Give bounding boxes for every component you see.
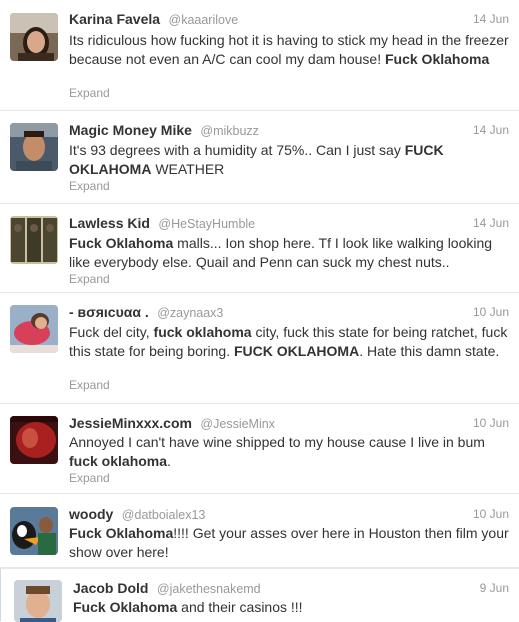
tweet-text-segment: Annoyed I can't have wine shipped to my … bbox=[69, 434, 485, 450]
tweet-timestamp[interactable]: 14 Jun bbox=[473, 216, 509, 230]
tweet-fullname[interactable]: Magic Money Mike bbox=[69, 122, 192, 138]
avatar[interactable] bbox=[10, 305, 58, 353]
tweet-timestamp[interactable]: 10 Jun bbox=[473, 507, 509, 521]
expand-link[interactable]: Expand bbox=[69, 86, 110, 100]
tweet-text-highlight: fuck oklahoma bbox=[69, 452, 168, 469]
tweet-text: Fuck Oklahoma and their casinos !!! bbox=[73, 598, 509, 617]
tweet-text-highlight: fuck oklahoma bbox=[153, 324, 252, 340]
tweet-fullname[interactable]: JessieMinxxx.com bbox=[69, 415, 192, 431]
tweet-timestamp[interactable]: 14 Jun bbox=[473, 12, 509, 26]
tweet-fullname[interactable]: Lawless Kid bbox=[69, 215, 150, 231]
avatar[interactable] bbox=[10, 507, 58, 555]
tweet-username[interactable]: @datboialex13 bbox=[122, 508, 206, 522]
tweet-username[interactable]: @kaaarilove bbox=[169, 13, 239, 27]
tweet-item[interactable]: Magic Money Mike @mikbuzz 14 Jun It's 93… bbox=[0, 111, 519, 204]
tweet-username[interactable]: @JessieMinx bbox=[200, 417, 275, 431]
tweet-item[interactable]: JessieMinxxx.com @JessieMinx 10 Jun Anno… bbox=[0, 404, 519, 494]
tweet-text-segment: WEATHER bbox=[151, 160, 225, 177]
tweet-text: Its ridiculous how fucking hot it is hav… bbox=[69, 31, 509, 68]
tweet-text-segment: and their casinos !!! bbox=[177, 599, 303, 615]
avatar[interactable] bbox=[10, 416, 58, 464]
avatar[interactable] bbox=[10, 13, 58, 61]
tweet-timestamp[interactable]: 10 Jun bbox=[473, 416, 509, 430]
tweet-text: It's 93 degrees with a humidity at 75%..… bbox=[69, 141, 509, 178]
tweet-fullname[interactable]: Karina Favela bbox=[69, 11, 160, 27]
tweet-timestamp[interactable]: 9 Jun bbox=[480, 581, 509, 595]
tweet-text-segment: Fuck del city, bbox=[69, 324, 154, 340]
tweet-fullname[interactable]: woody bbox=[69, 506, 113, 522]
tweet-text: Annoyed I can't have wine shipped to my … bbox=[69, 433, 509, 470]
tweet-item[interactable]: - ʙσяιcυαα . @zaynaax3 10 Jun Fuck del c… bbox=[0, 293, 519, 404]
tweet-text: Fuck Oklahoma malls... Ion shop here. Tf… bbox=[69, 234, 509, 271]
tweet-item[interactable]: Karina Favela @kaaarilove 14 Jun Its rid… bbox=[0, 0, 519, 111]
avatar[interactable] bbox=[14, 580, 62, 622]
tweet-timestamp[interactable]: 14 Jun bbox=[473, 123, 509, 137]
tweet-text-highlight: Fuck Oklahoma bbox=[69, 235, 174, 251]
tweet-text-highlight: Fuck Oklahoma bbox=[384, 50, 490, 67]
expand-link[interactable]: Expand bbox=[69, 378, 110, 392]
tweet-fullname[interactable]: Jacob Dold bbox=[73, 580, 148, 596]
tweet-username[interactable]: @mikbuzz bbox=[200, 124, 259, 138]
tweet-timestamp[interactable]: 10 Jun bbox=[473, 305, 509, 319]
tweet-text: Fuck del city, fuck oklahoma city, fuck … bbox=[69, 323, 509, 360]
expand-link[interactable]: Expand bbox=[69, 179, 110, 193]
tweet-username[interactable]: @jakethesnakemd bbox=[157, 582, 261, 596]
tweet-username[interactable]: @HeStayHumble bbox=[158, 217, 255, 231]
tweet-text-segment: . bbox=[167, 452, 171, 469]
expand-link[interactable]: Expand bbox=[69, 471, 110, 485]
tweet-item[interactable]: Jacob Dold @jakethesnakemd 9 Jun Fuck Ok… bbox=[0, 568, 519, 622]
tweet-username[interactable]: @zaynaax3 bbox=[157, 306, 223, 320]
expand-link[interactable]: Expand bbox=[69, 272, 110, 286]
tweet-text-highlight: Fuck Oklahoma bbox=[73, 599, 178, 615]
tweet-item[interactable]: woody @datboialex13 10 Jun Fuck Oklahoma… bbox=[0, 494, 519, 568]
tweet-item[interactable]: Lawless Kid @HeStayHumble 14 Jun Fuck Ok… bbox=[0, 204, 519, 293]
tweet-text-highlight: FUCK OKLAHOMA bbox=[234, 342, 360, 359]
avatar[interactable] bbox=[10, 123, 58, 171]
tweet-text-segment: It's 93 degrees with a humidity at 75%..… bbox=[69, 142, 405, 158]
tweet-text: Fuck Oklahoma!!!! Get your asses over he… bbox=[69, 524, 509, 561]
tweet-timeline: Karina Favela @kaaarilove 14 Jun Its rid… bbox=[0, 0, 519, 622]
tweet-fullname[interactable]: - ʙσяιcυαα . bbox=[69, 304, 149, 320]
tweet-text-segment: . Hate this damn state. bbox=[359, 342, 500, 359]
avatar[interactable] bbox=[10, 216, 58, 264]
tweet-text-highlight: Fuck Oklahoma bbox=[69, 525, 174, 541]
